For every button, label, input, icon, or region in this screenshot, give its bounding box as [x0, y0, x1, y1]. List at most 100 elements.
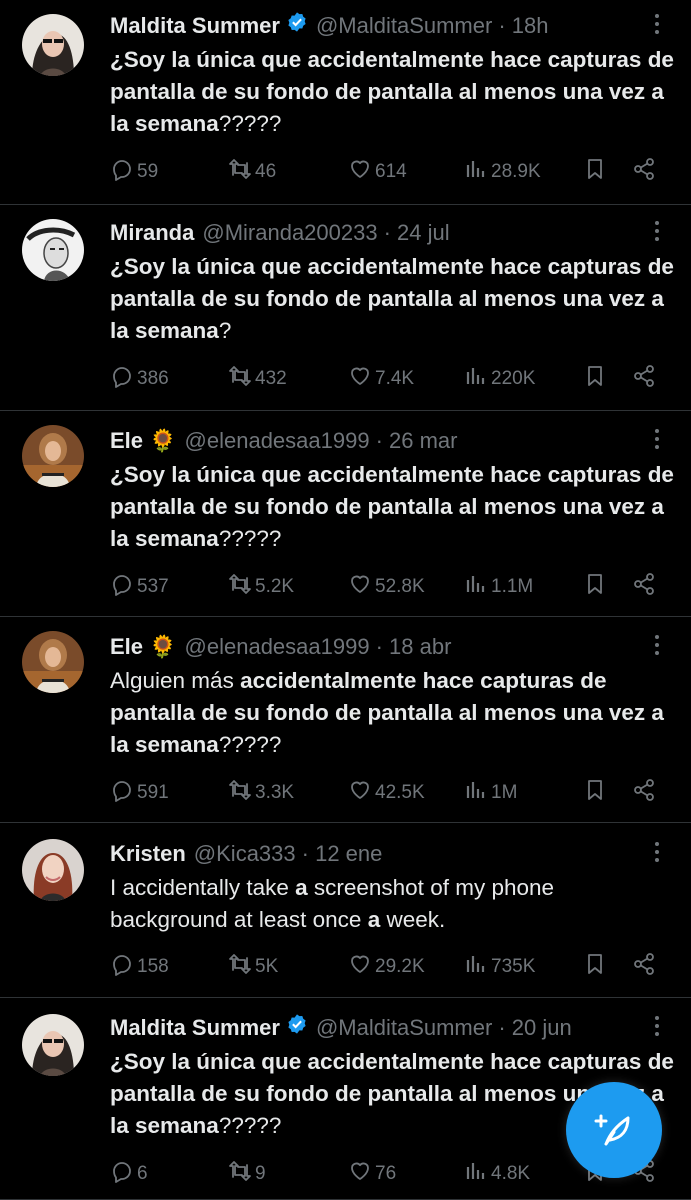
- views-button[interactable]: 4.8K: [464, 1158, 530, 1190]
- like-button[interactable]: 76: [348, 1158, 396, 1190]
- reply-button[interactable]: 537: [110, 571, 169, 603]
- user-handle[interactable]: @elenadesaa1999: [185, 425, 370, 457]
- avatar[interactable]: [22, 839, 84, 901]
- reply-count: 158: [137, 956, 169, 977]
- bookmark-icon: [583, 157, 610, 187]
- views-button[interactable]: 1M: [464, 777, 517, 809]
- tweet-text-segment: ?????: [218, 1113, 282, 1138]
- tweet-time[interactable]: · 12 ene: [302, 838, 383, 870]
- tweet-text: ¿Soy la única que accidentalmente hace c…: [110, 459, 675, 555]
- share-icon: [632, 572, 659, 602]
- tweet[interactable]: Kristen @Kica333 · 12 ene I accidentally…: [0, 823, 691, 998]
- like-button[interactable]: 29.2K: [348, 951, 425, 983]
- share-button[interactable]: [632, 571, 659, 603]
- bookmark-icon: [583, 952, 610, 982]
- reply-icon: [110, 952, 137, 982]
- avatar[interactable]: [22, 219, 84, 281]
- bookmark-button[interactable]: [583, 571, 610, 603]
- tweet-time[interactable]: · 18h: [498, 10, 548, 42]
- tweet-text-segment: ?????: [218, 732, 282, 757]
- views-button[interactable]: 735K: [464, 951, 535, 983]
- retweet-count: 9: [255, 1163, 266, 1184]
- more-dots-icon[interactable]: [653, 1016, 661, 1040]
- retweet-button[interactable]: 9: [228, 1158, 266, 1190]
- more-dots-icon[interactable]: [653, 221, 661, 245]
- like-count: 52.8K: [375, 576, 425, 597]
- tweet-text-segment: I accidentally take: [110, 875, 296, 900]
- tweet-text-segment: ?????: [218, 526, 282, 551]
- more-dots-icon[interactable]: [653, 429, 661, 453]
- tweet-time[interactable]: · 18 abr: [376, 631, 452, 663]
- tweet-time[interactable]: · 20 jun: [498, 1012, 571, 1044]
- tweet[interactable]: Maldita Summer @MalditaSummer · 18h ¿Soy…: [0, 0, 691, 205]
- display-name[interactable]: Maldita Summer: [110, 10, 280, 42]
- share-button[interactable]: [632, 951, 659, 983]
- view-count: 1M: [491, 782, 518, 803]
- retweet-button[interactable]: 46: [228, 156, 276, 188]
- tweet[interactable]: Ele 🌻 @elenadesaa1999 · 18 abr Alguien m…: [0, 617, 691, 823]
- reply-button[interactable]: 59: [110, 156, 158, 188]
- tweet-text-segment: a: [295, 875, 308, 900]
- bookmark-button[interactable]: [583, 363, 610, 395]
- display-name[interactable]: Maldita Summer: [110, 1012, 280, 1044]
- display-name[interactable]: Ele 🌻: [110, 631, 177, 663]
- bookmark-icon: [583, 364, 610, 394]
- avatar[interactable]: [22, 631, 84, 693]
- tweet[interactable]: Miranda @Miranda200233 · 24 jul ¿Soy la …: [0, 205, 691, 411]
- user-handle[interactable]: @MalditaSummer: [316, 10, 492, 42]
- tweet-text-segment: Alguien más: [110, 668, 241, 693]
- user-handle[interactable]: @Miranda200233: [202, 217, 377, 249]
- retweet-button[interactable]: 432: [228, 363, 287, 395]
- retweet-button[interactable]: 5.2K: [228, 571, 294, 603]
- retweet-count: 5K: [255, 956, 279, 977]
- display-name[interactable]: Miranda: [110, 217, 194, 249]
- reply-button[interactable]: 386: [110, 363, 169, 395]
- heart-icon: [348, 572, 375, 602]
- compose-icon: [594, 1114, 630, 1146]
- display-name[interactable]: Ele 🌻: [110, 425, 177, 457]
- reply-button[interactable]: 6: [110, 1158, 148, 1190]
- tweet-header: Miranda @Miranda200233 · 24 jul: [110, 217, 450, 249]
- views-button[interactable]: 220K: [464, 363, 535, 395]
- tweet[interactable]: Ele 🌻 @elenadesaa1999 · 26 mar ¿Soy la ú…: [0, 411, 691, 617]
- compose-button[interactable]: [566, 1082, 662, 1178]
- bookmark-button[interactable]: [583, 777, 610, 809]
- tweet-text-segment: ?: [218, 318, 232, 343]
- user-handle[interactable]: @Kica333: [194, 838, 296, 870]
- like-button[interactable]: 42.5K: [348, 777, 425, 809]
- views-button[interactable]: 28.9K: [464, 156, 541, 188]
- avatar[interactable]: [22, 14, 84, 76]
- reply-icon: [110, 1159, 137, 1189]
- avatar[interactable]: [22, 425, 84, 487]
- user-handle[interactable]: @elenadesaa1999: [185, 631, 370, 663]
- reply-button[interactable]: 591: [110, 777, 169, 809]
- share-icon: [632, 364, 659, 394]
- like-button[interactable]: 52.8K: [348, 571, 425, 603]
- view-count: 220K: [491, 368, 536, 389]
- share-button[interactable]: [632, 156, 659, 188]
- tweet-actions: 59 46 614 28.9K: [110, 156, 670, 188]
- user-handle[interactable]: @MalditaSummer: [316, 1012, 492, 1044]
- share-button[interactable]: [632, 363, 659, 395]
- more-dots-icon[interactable]: [653, 635, 661, 659]
- more-dots-icon[interactable]: [653, 842, 661, 866]
- like-button[interactable]: 7.4K: [348, 363, 414, 395]
- like-button[interactable]: 614: [348, 156, 407, 188]
- retweet-button[interactable]: 5K: [228, 951, 278, 983]
- verified-badge-icon: [286, 1012, 308, 1044]
- like-count: 7.4K: [375, 368, 415, 389]
- tweet-time[interactable]: · 26 mar: [376, 425, 458, 457]
- views-icon: [464, 778, 491, 808]
- views-button[interactable]: 1.1M: [464, 571, 533, 603]
- share-button[interactable]: [632, 777, 659, 809]
- reply-button[interactable]: 158: [110, 951, 169, 983]
- heart-icon: [348, 778, 375, 808]
- tweet-time[interactable]: · 24 jul: [384, 217, 450, 249]
- avatar[interactable]: [22, 1014, 84, 1076]
- bookmark-button[interactable]: [583, 156, 610, 188]
- more-dots-icon[interactable]: [653, 14, 661, 38]
- display-name[interactable]: Kristen: [110, 838, 186, 870]
- retweet-button[interactable]: 3.3K: [228, 777, 294, 809]
- bookmark-button[interactable]: [583, 951, 610, 983]
- tweet-actions: 591 3.3K 42.5K 1M: [110, 777, 670, 809]
